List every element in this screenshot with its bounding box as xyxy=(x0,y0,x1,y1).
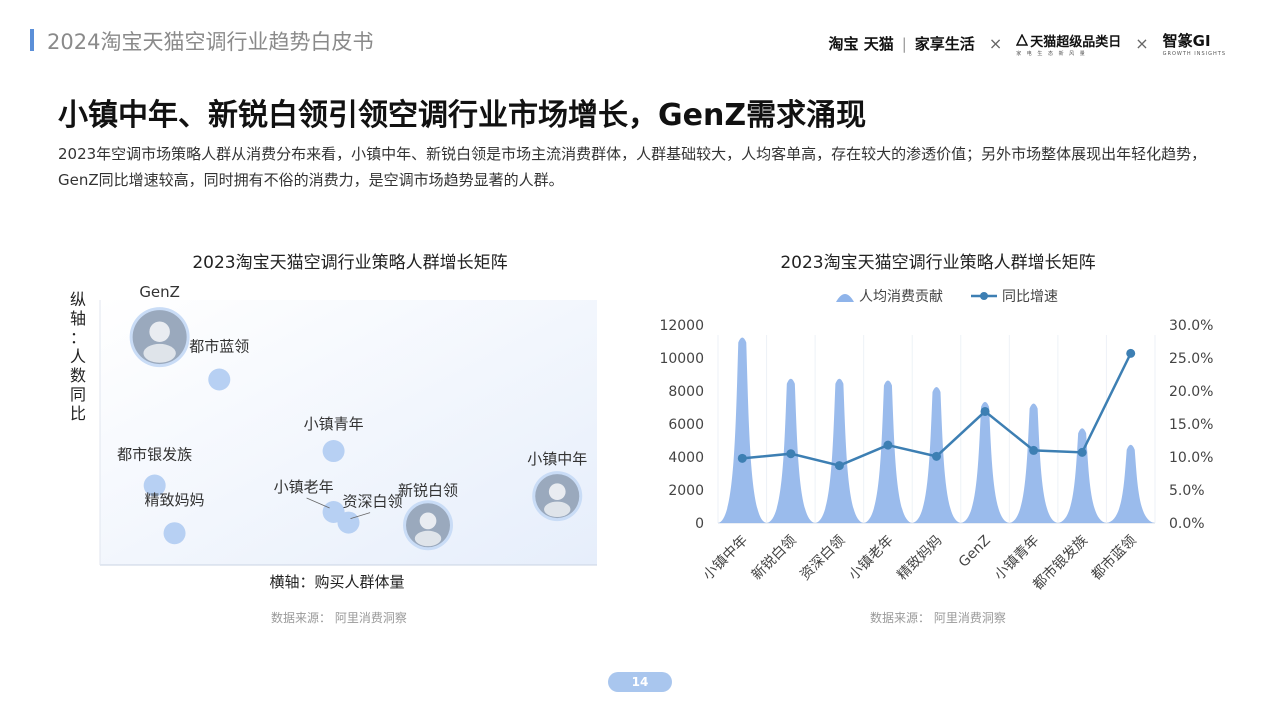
growth-rate-point xyxy=(786,449,796,459)
matrix-point-label: 小镇老年 xyxy=(274,478,334,496)
avatar-body-icon xyxy=(143,343,176,363)
category-label: GenZ xyxy=(956,533,994,571)
matrix-point-label: 都市银发族 xyxy=(117,446,192,464)
area-peak xyxy=(718,337,767,523)
category-label: 新锐白领 xyxy=(749,533,800,584)
legend-area-icon xyxy=(836,294,854,302)
avatar-head-icon xyxy=(548,483,566,501)
left-axis-tick: 12000 xyxy=(659,318,704,334)
category-label: 小镇老年 xyxy=(846,533,897,584)
avatar-body-icon xyxy=(544,501,571,517)
matrix-point-label: 精致妈妈 xyxy=(145,491,205,509)
page-title: 小镇中年、新锐白领引领空调行业市场增长，GenZ需求涌现 xyxy=(58,98,867,133)
matrix-y-label-char: ： xyxy=(70,328,86,347)
left-axis-tick: 6000 xyxy=(668,417,704,433)
brand-taobao-tmall: 淘宝 天猫 xyxy=(828,35,894,53)
growth-rate-point xyxy=(1126,348,1136,358)
brand-x-mark-2: × xyxy=(1135,34,1149,53)
page-number: 14 xyxy=(608,672,672,692)
brand-jiaxiang: 家享生活 xyxy=(914,35,975,53)
growth-rate-point xyxy=(834,461,844,471)
left-axis-tick: 2000 xyxy=(668,483,704,499)
matrix-y-label: 纵轴：人数同比 xyxy=(70,290,86,423)
right-chart-title: 2023淘宝天猫空调行业策略人群增长矩阵 xyxy=(780,253,1096,273)
right-axis-tick: 25.0% xyxy=(1169,351,1213,367)
category-label: 小镇青年 xyxy=(992,533,1043,584)
avatar-body-icon xyxy=(414,530,442,547)
triangle-logo-icon xyxy=(1016,34,1029,46)
matrix-point-label: GenZ xyxy=(139,283,180,301)
left-axis-tick: 10000 xyxy=(659,351,704,367)
left-axis-tick: 8000 xyxy=(668,384,704,400)
lead-paragraph: 2023年空调市场策略人群从消费分布来看，小镇中年、新锐白领是市场主流消费群体，… xyxy=(58,145,1207,189)
category-label: 资深白领 xyxy=(797,533,848,584)
matrix-point-label: 都市蓝领 xyxy=(189,338,249,356)
matrix-dot xyxy=(163,522,186,545)
matrix-dot xyxy=(208,368,231,391)
chart-legend: 人均消费贡献 同比增速 xyxy=(836,289,1058,305)
matrix-point-label: 小镇中年 xyxy=(527,450,587,468)
area-peak xyxy=(1057,428,1107,523)
right-axis-tick: 0.0% xyxy=(1169,516,1205,532)
left-axis-tick: 0 xyxy=(695,516,704,532)
combo-area-line-chart: 人均消费贡献 同比增速 0 2000 4000 6000 8000 10000 12000 0.… xyxy=(659,289,1213,593)
category-label: 小镇中年 xyxy=(700,533,751,584)
growth-rate-point xyxy=(883,440,893,450)
avatar-head-icon xyxy=(419,512,437,530)
legend-label: 人均消费贡献 xyxy=(859,289,943,305)
left-data-source: 数据来源： 阿里消费洞察 xyxy=(271,611,407,625)
growth-rate-point xyxy=(932,451,941,461)
growth-matrix-scatter: 纵轴：人数同比 横轴：购买人群体量 GenZ 都市蓝领小镇青年都市银发族精致妈妈 小… xyxy=(70,283,597,591)
right-axis-tick: 30.0% xyxy=(1169,318,1213,334)
header-title: 2024淘宝天猫空调行业趋势白皮书 xyxy=(47,30,374,54)
right-axis-tick: 5.0% xyxy=(1169,483,1205,499)
right-axis-tick: 15.0% xyxy=(1169,417,1213,433)
area-peak xyxy=(815,378,864,523)
area-peak xyxy=(1009,403,1058,523)
matrix-point-label: 小镇青年 xyxy=(304,415,364,433)
growth-rate-point xyxy=(1029,445,1039,455)
left-chart-title: 2023淘宝天猫空调行业策略人群增长矩阵 xyxy=(192,253,508,273)
brand-super-category: 天猫超级品类日 家 电 生 态 新 风 量 xyxy=(1016,34,1122,57)
avatar-head-icon xyxy=(149,321,170,342)
brand-separator: | xyxy=(901,34,907,53)
legend-marker-icon xyxy=(980,292,988,300)
brand-x-mark: × xyxy=(988,34,1003,53)
header-accent-bar xyxy=(30,29,34,51)
legend-label: 同比增速 xyxy=(1002,289,1058,305)
matrix-y-label-char: 纵 xyxy=(70,290,86,309)
matrix-dot xyxy=(337,511,360,534)
matrix-y-label-char: 同 xyxy=(70,385,86,404)
left-axis-tick: 4000 xyxy=(668,450,704,466)
matrix-y-label-char: 比 xyxy=(70,404,86,423)
growth-rate-point xyxy=(1077,447,1087,457)
matrix-y-label-char: 数 xyxy=(70,366,86,385)
right-axis-tick: 10.0% xyxy=(1169,450,1213,466)
right-data-source: 数据来源： 阿里消费洞察 xyxy=(870,611,1006,625)
matrix-x-label: 横轴：购买人群体量 xyxy=(269,573,404,591)
matrix-point-label: 新锐白领 xyxy=(398,481,458,499)
matrix-y-label-char: 轴 xyxy=(70,309,86,328)
brand-logos: 淘宝 天猫 | 家享生活 × 天猫超级品类日 家 电 生 态 新 风 量 × 智… xyxy=(829,30,1227,57)
matrix-point: GenZ xyxy=(129,283,190,368)
growth-rate-point xyxy=(980,406,990,416)
matrix-dot xyxy=(322,440,345,463)
area-peak xyxy=(1106,444,1155,523)
growth-rate-point xyxy=(737,453,747,463)
matrix-point-label: 资深白领 xyxy=(342,493,402,511)
matrix-y-label-char: 人 xyxy=(70,347,86,366)
right-axis-tick: 20.0% xyxy=(1169,384,1213,400)
category-label: 都市蓝领 xyxy=(1088,532,1140,584)
area-peak xyxy=(960,401,1010,523)
category-label: 精致妈妈 xyxy=(894,533,945,584)
brand-zhizuan: 智篆GI GROWTH INSIGHTS xyxy=(1162,32,1226,57)
